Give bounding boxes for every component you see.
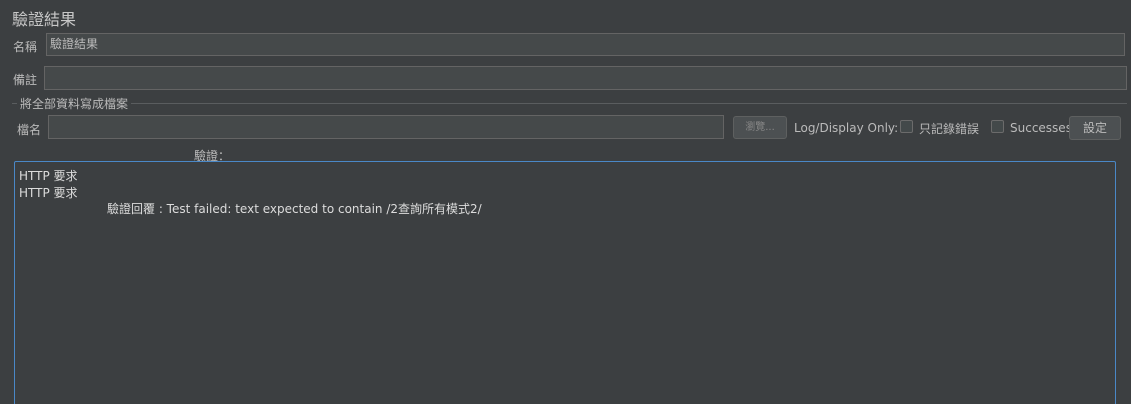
filename-label: 檔名 [17,123,42,137]
assertion-results-panel: 驗證結果 名稱 驗證結果 備註 將全部資料寫成檔案 檔名 瀏覽... Log/D… [0,0,1131,404]
successes-checkbox[interactable] [991,120,1004,133]
result-line-3: 驗證回覆 : Test failed: text expected to con… [107,202,482,216]
errors-only-label: 只記錄錯誤 [919,122,980,136]
assertion-results-textarea[interactable]: HTTP 要求 HTTP 要求 驗證回覆 : Test failed: text… [14,161,1116,404]
log-display-only-label: Log/Display Only: [794,121,899,135]
browse-button[interactable]: 瀏覽... [733,116,787,139]
result-line-2: HTTP 要求 [19,186,78,200]
errors-only-checkbox[interactable] [900,120,913,133]
group-separator [12,103,1127,104]
configure-button[interactable]: 設定 [1069,116,1121,140]
write-all-group-title: 將全部資料寫成檔案 [17,95,132,112]
filename-input[interactable] [48,115,724,139]
panel-title: 驗證結果 [12,10,77,29]
result-line-1: HTTP 要求 [19,169,78,183]
comment-input[interactable] [44,66,1127,90]
name-input[interactable]: 驗證結果 [46,33,1125,56]
comment-label: 備註 [13,73,38,87]
name-label: 名稱 [13,40,38,54]
successes-label: Successes [1010,121,1072,135]
